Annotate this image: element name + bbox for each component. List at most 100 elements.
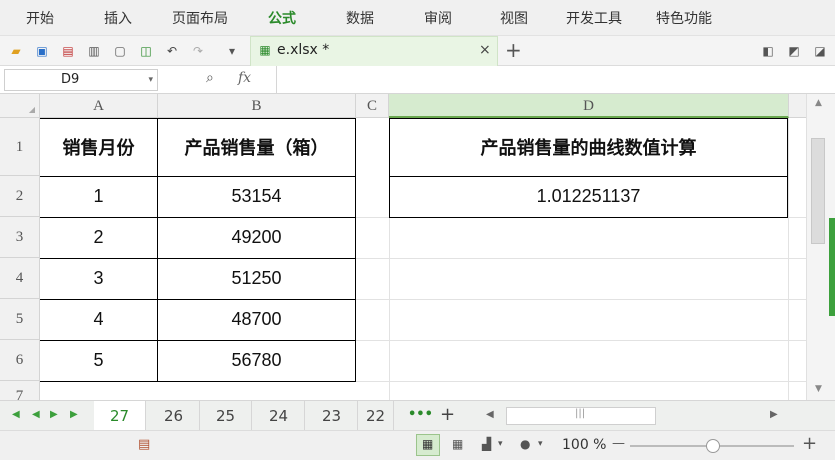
redo-icon[interactable]: ↷: [190, 43, 206, 59]
print-preview-icon[interactable]: ▢: [112, 43, 128, 59]
vertical-scroll-thumb[interactable]: [811, 138, 825, 244]
hscroll-right-icon[interactable]: ▶: [770, 409, 778, 420]
result-border: [389, 217, 788, 218]
zoom-in-icon[interactable]: +: [802, 433, 817, 454]
quick-access-toolbar: ▰ ▣ ▤ ▥ ▢ ◫ ↶ ↷ ▾ ▦ e.xlsx * × + ◧ ◩ ◪: [0, 36, 835, 66]
zoom-search-icon[interactable]: ⌕: [206, 70, 214, 86]
spreadsheet-file-icon: ▦: [259, 43, 271, 57]
print-icon[interactable]: ▥: [86, 43, 102, 59]
sheet-tab-26[interactable]: 26: [148, 401, 200, 431]
menu-special[interactable]: 特色功能: [656, 8, 712, 28]
row-header-3[interactable]: 3: [0, 217, 40, 258]
side-panel-handle[interactable]: [829, 218, 835, 316]
hscroll-left-icon[interactable]: ◀: [486, 409, 494, 420]
spellcheck-icon[interactable]: ◫: [138, 43, 154, 59]
first-sheet-icon[interactable]: ◀: [12, 409, 20, 420]
cell-a5[interactable]: 4: [40, 299, 157, 340]
sheet-tab-22[interactable]: 22: [358, 401, 394, 431]
row-header-4[interactable]: 4: [0, 258, 40, 299]
last-sheet-icon[interactable]: ▶: [70, 409, 78, 420]
undo-icon[interactable]: ↶: [164, 43, 180, 59]
sheet-tab-25[interactable]: 25: [200, 401, 252, 431]
eye-protect-icon[interactable]: ●: [520, 437, 530, 451]
file-tab[interactable]: ▦ e.xlsx * ×: [250, 36, 498, 66]
menu-review[interactable]: 审阅: [424, 8, 452, 28]
cell-b2[interactable]: 53154: [158, 176, 355, 217]
column-header-c[interactable]: C: [356, 94, 389, 118]
ribbon-menu-bar: 开始 插入 页面布局 公式 数据 审阅 视图 开发工具 特色功能: [0, 0, 835, 36]
menu-developer[interactable]: 开发工具: [566, 8, 622, 28]
cell-a3[interactable]: 2: [40, 217, 157, 258]
page-layout-view-icon[interactable]: ▟: [482, 437, 491, 451]
export-pdf-icon[interactable]: ▤: [60, 43, 76, 59]
cell-b6[interactable]: 56780: [158, 340, 355, 381]
next-sheet-icon[interactable]: ▶: [50, 409, 58, 420]
horizontal-scroll-thumb[interactable]: |||: [506, 407, 656, 425]
cell-b3[interactable]: 49200: [158, 217, 355, 258]
sheet-tab-23[interactable]: 23: [306, 401, 358, 431]
vertical-scrollbar[interactable]: ▲ ▼: [806, 94, 835, 400]
menu-insert[interactable]: 插入: [104, 8, 132, 28]
settings-icon[interactable]: ◪: [812, 43, 828, 59]
page-break-view-icon[interactable]: ▦: [452, 437, 463, 451]
cell-a1-month-header[interactable]: 销售月份: [40, 118, 157, 176]
table-border: [355, 118, 356, 382]
column-header-d[interactable]: D: [389, 94, 789, 118]
spreadsheet-grid[interactable]: ◢ A B C D 1 2 3 4 5 6 7 销售月份 产品销售量（箱） 产品…: [0, 94, 806, 400]
cell-d2-result-value[interactable]: 1.012251137: [390, 176, 787, 217]
formula-bar: D9 ▾ ⌕ fx: [0, 66, 835, 94]
cell-a6[interactable]: 5: [40, 340, 157, 381]
column-header-b[interactable]: B: [158, 94, 356, 118]
macro-record-icon[interactable]: ▤: [138, 437, 150, 452]
view-dropdown-icon[interactable]: ▾: [498, 439, 503, 449]
gridline: [788, 118, 789, 400]
file-tab-label: e.xlsx *: [277, 42, 330, 58]
menu-view[interactable]: 视图: [500, 8, 528, 28]
row-header-6[interactable]: 6: [0, 340, 40, 381]
cell-b5[interactable]: 48700: [158, 299, 355, 340]
menu-data[interactable]: 数据: [346, 8, 374, 28]
grid-view-icon: ▦: [422, 437, 434, 451]
sheet-tab-24[interactable]: 24: [253, 401, 305, 431]
row-header-5[interactable]: 5: [0, 299, 40, 340]
cell-b1-sales-header[interactable]: 产品销售量（箱）: [158, 118, 355, 176]
normal-view-button[interactable]: ▦: [416, 434, 440, 456]
zoom-out-icon[interactable]: —: [612, 436, 625, 451]
more-sheets-icon[interactable]: •••: [408, 407, 433, 422]
prev-sheet-icon[interactable]: ◀: [32, 409, 40, 420]
close-tab-icon[interactable]: ×: [479, 42, 491, 58]
cell-d1-result-header[interactable]: 产品销售量的曲线数值计算: [390, 118, 787, 176]
name-box-value: D9: [61, 72, 80, 87]
scroll-grip-icon: |||: [575, 408, 586, 419]
cell-b4[interactable]: 51250: [158, 258, 355, 299]
save-icon[interactable]: ▣: [34, 43, 50, 59]
add-sheet-icon[interactable]: +: [440, 404, 455, 425]
customize-dropdown-icon[interactable]: ▾: [224, 43, 240, 59]
column-header-a[interactable]: A: [40, 94, 158, 118]
status-bar: ▤ ▦ ▦ ▟ ▾ ● ▾ 100 % — +: [0, 430, 835, 460]
layout-icon[interactable]: ◧: [760, 43, 776, 59]
zoom-slider-thumb[interactable]: [706, 439, 720, 453]
name-box[interactable]: D9 ▾: [4, 69, 158, 91]
cell-a4[interactable]: 3: [40, 258, 157, 299]
menu-home[interactable]: 开始: [26, 8, 54, 28]
document-icon[interactable]: ◩: [786, 43, 802, 59]
scroll-up-icon[interactable]: ▲: [815, 98, 822, 108]
table-border: [40, 381, 356, 382]
row-header-7[interactable]: 7: [0, 381, 40, 400]
scroll-down-icon[interactable]: ▼: [815, 384, 822, 394]
name-box-dropdown-icon[interactable]: ▾: [148, 70, 153, 90]
menu-page-layout[interactable]: 页面布局: [172, 8, 228, 28]
new-tab-icon[interactable]: +: [505, 38, 522, 62]
row-header-1[interactable]: 1: [0, 118, 40, 176]
open-folder-icon[interactable]: ▰: [8, 43, 24, 59]
zoom-level[interactable]: 100 %: [562, 437, 606, 453]
row-header-2[interactable]: 2: [0, 176, 40, 217]
cell-a2[interactable]: 1: [40, 176, 157, 217]
sheet-tab-27[interactable]: 27: [94, 401, 146, 431]
menu-formulas[interactable]: 公式: [268, 8, 296, 28]
column-header-e[interactable]: [789, 94, 806, 118]
eye-dropdown-icon[interactable]: ▾: [538, 439, 543, 449]
insert-function-icon[interactable]: fx: [238, 70, 251, 86]
select-all-corner[interactable]: ◢: [0, 94, 40, 118]
